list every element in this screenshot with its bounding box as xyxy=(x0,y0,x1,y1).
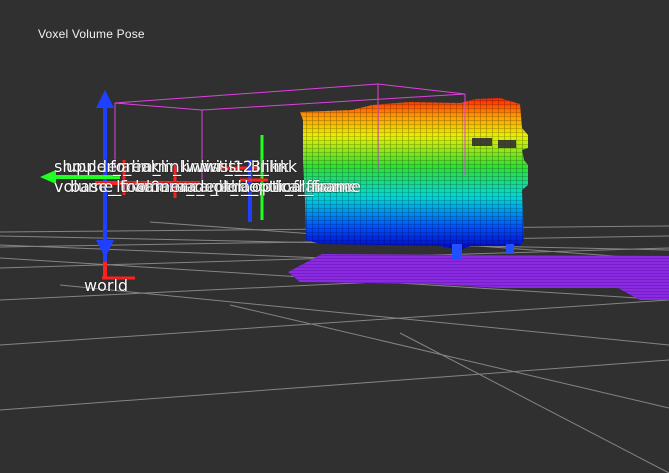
voxel-floor xyxy=(288,254,669,300)
3d-viewport[interactable]: Voxel Volume Pose shoulder_link upper_ar… xyxy=(0,0,669,473)
voxel-volume xyxy=(300,98,528,260)
viewport-title: Voxel Volume Pose xyxy=(38,27,145,41)
tf-axes xyxy=(40,90,268,280)
scene-canvas[interactable] xyxy=(0,0,669,473)
